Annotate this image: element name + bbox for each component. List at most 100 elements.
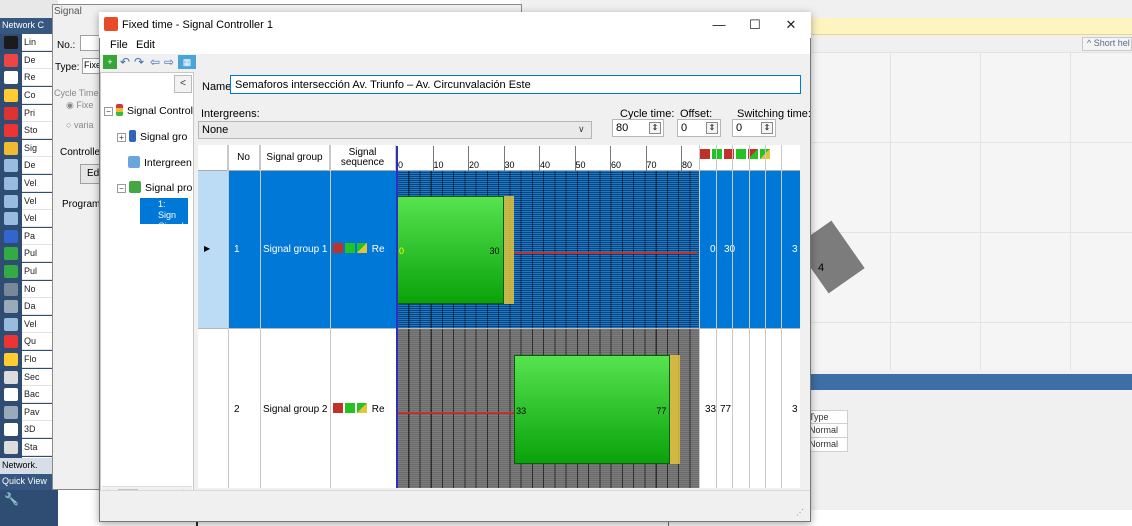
row-signal-sequence[interactable]: Re xyxy=(333,243,385,255)
background-list-table: Type Normal Normal xyxy=(806,410,848,452)
redo-icon[interactable]: ↷ xyxy=(132,55,146,69)
network-object-icon xyxy=(4,370,18,384)
timeline-row-2[interactable] xyxy=(397,329,699,488)
network-object-item[interactable]: Vel xyxy=(0,315,58,334)
offset-stepper[interactable]: 0 ⇕ xyxy=(677,119,721,137)
timeline-row-1[interactable] xyxy=(397,171,699,328)
network-object-item[interactable]: Vel xyxy=(0,192,58,210)
tree-item-signal-control[interactable]: − Signal Control xyxy=(104,104,193,117)
minimize-button[interactable]: — xyxy=(701,14,737,36)
variable-radio[interactable]: ○ varia xyxy=(66,120,93,130)
network-object-item[interactable]: Pul xyxy=(0,263,58,281)
col-header-no[interactable]: No xyxy=(228,145,260,171)
network-object-item[interactable]: 3D xyxy=(0,421,58,439)
dialog-status-bar xyxy=(100,490,810,510)
column-divider xyxy=(781,145,782,488)
col-header-timeline xyxy=(396,145,700,171)
type-label: Type: xyxy=(55,62,80,73)
undo-icon[interactable]: ↶ xyxy=(118,55,132,69)
network-object-item[interactable]: Qu xyxy=(0,333,58,351)
sequence-label: Re xyxy=(371,404,385,415)
row-signal-group[interactable]: Signal group 1 xyxy=(263,244,328,255)
spin-icon[interactable]: ⇕ xyxy=(649,122,661,134)
network-object-item[interactable]: Sec xyxy=(0,368,58,386)
col-header-signal-group[interactable]: Signal group xyxy=(260,145,330,171)
signal-group-icon xyxy=(129,130,136,142)
green-end-value[interactable]: 30 xyxy=(724,244,735,255)
cycle-time-stepper[interactable]: 80 ⇕ xyxy=(612,119,664,137)
tree-item-intergreens[interactable]: Intergreen xyxy=(128,156,192,169)
col-header-signal-sequence[interactable]: Signal sequence xyxy=(330,145,396,171)
network-object-item[interactable]: Sto xyxy=(0,122,58,140)
green-end-value[interactable]: 77 xyxy=(720,404,731,415)
menu-file[interactable]: File xyxy=(110,39,128,51)
menu-edit[interactable]: Edit xyxy=(136,39,155,51)
network-object-item[interactable]: Sta xyxy=(0,438,58,457)
switching-time-stepper[interactable]: 0 ⇕ xyxy=(732,119,776,137)
name-input[interactable] xyxy=(230,75,801,94)
time-zero-line xyxy=(396,146,398,488)
network-object-item[interactable]: Sig xyxy=(0,139,58,158)
dialog-title: Fixed time - Signal Controller 1 xyxy=(122,19,274,31)
network-object-item[interactable]: De xyxy=(0,51,58,70)
program-label: Program xyxy=(62,199,101,210)
expand-icon[interactable]: + xyxy=(117,133,126,142)
network-object-icon xyxy=(4,265,18,279)
network-canvas[interactable] xyxy=(800,52,1132,370)
row-signal-sequence[interactable]: Re xyxy=(333,403,385,415)
chevron-down-icon[interactable]: ∨ xyxy=(578,124,585,135)
network-object-item[interactable]: Bac xyxy=(0,386,58,404)
column-divider xyxy=(699,145,700,488)
short-help-button[interactable]: ^ Short hel xyxy=(1082,37,1132,51)
tree-item-signal-groups[interactable]: + Signal gro xyxy=(117,130,187,143)
network-object-item[interactable]: Co xyxy=(0,87,58,105)
network-object-label: Sto xyxy=(22,122,56,140)
network-object-item[interactable]: Vel xyxy=(0,210,58,228)
network-object-label: De xyxy=(22,51,56,69)
spin-icon[interactable]: ⇕ xyxy=(761,122,773,134)
green-start-value[interactable]: 0 xyxy=(710,244,716,255)
network-object-item[interactable]: Pav xyxy=(0,403,58,421)
add-icon[interactable]: + xyxy=(103,55,117,69)
row-no: 2 xyxy=(234,404,240,415)
network-object-item[interactable]: No xyxy=(0,280,58,298)
network-object-item[interactable]: Pri xyxy=(0,104,58,122)
traffic-light-icon xyxy=(116,104,123,116)
network-object-item[interactable]: Pa xyxy=(0,227,58,246)
fixed-radio[interactable]: ◉ Fixe xyxy=(66,100,93,111)
signal-program-icon[interactable]: ▦ xyxy=(178,55,196,69)
collapse-pane-button[interactable]: < xyxy=(174,75,192,93)
spin-icon[interactable]: ⇕ xyxy=(706,122,718,134)
network-object-item[interactable]: Lin xyxy=(0,34,58,52)
menu-bar xyxy=(100,38,810,54)
row-header-corner xyxy=(198,145,228,171)
collapse-icon[interactable]: − xyxy=(117,184,126,193)
row-signal-group[interactable]: Signal group 2 xyxy=(263,404,328,415)
table-header-type: Type xyxy=(806,410,848,424)
network-tab[interactable]: Network. xyxy=(0,458,58,474)
network-object-item[interactable]: Flo xyxy=(0,350,58,369)
maximize-button[interactable]: ☐ xyxy=(737,14,773,36)
move-left-icon[interactable]: ⇦ xyxy=(148,55,162,69)
table-row[interactable]: Normal xyxy=(806,424,848,438)
resize-grip-icon[interactable]: ⋰ xyxy=(796,508,804,517)
network-object-item[interactable]: De xyxy=(0,157,58,175)
wrench-icon[interactable]: 🔧 xyxy=(0,490,58,510)
green-start-value[interactable]: 33 xyxy=(705,404,716,415)
intergreens-select[interactable]: None xyxy=(198,121,592,139)
table-row[interactable]: Normal xyxy=(806,438,848,452)
quick-view-tab[interactable]: Quick View xyxy=(0,474,58,490)
network-object-item[interactable]: Vel xyxy=(0,175,58,193)
network-object-label: Vel xyxy=(22,175,56,193)
network-object-item[interactable]: Re xyxy=(0,69,58,87)
network-object-item[interactable]: Pul xyxy=(0,245,58,263)
move-right-icon[interactable]: ⇨ xyxy=(162,55,176,69)
background-header-strip xyxy=(800,18,1132,35)
row-selector[interactable] xyxy=(198,171,228,328)
tree-item-signal-programs[interactable]: − Signal pro xyxy=(117,181,192,194)
tree-item-signal-program-1[interactable]: 1: Sign Signal xyxy=(140,198,188,231)
collapse-icon[interactable]: − xyxy=(104,107,113,116)
close-button[interactable]: ✕ xyxy=(773,14,809,36)
network-object-label: Vel xyxy=(22,315,56,333)
network-object-item[interactable]: Da xyxy=(0,298,58,316)
